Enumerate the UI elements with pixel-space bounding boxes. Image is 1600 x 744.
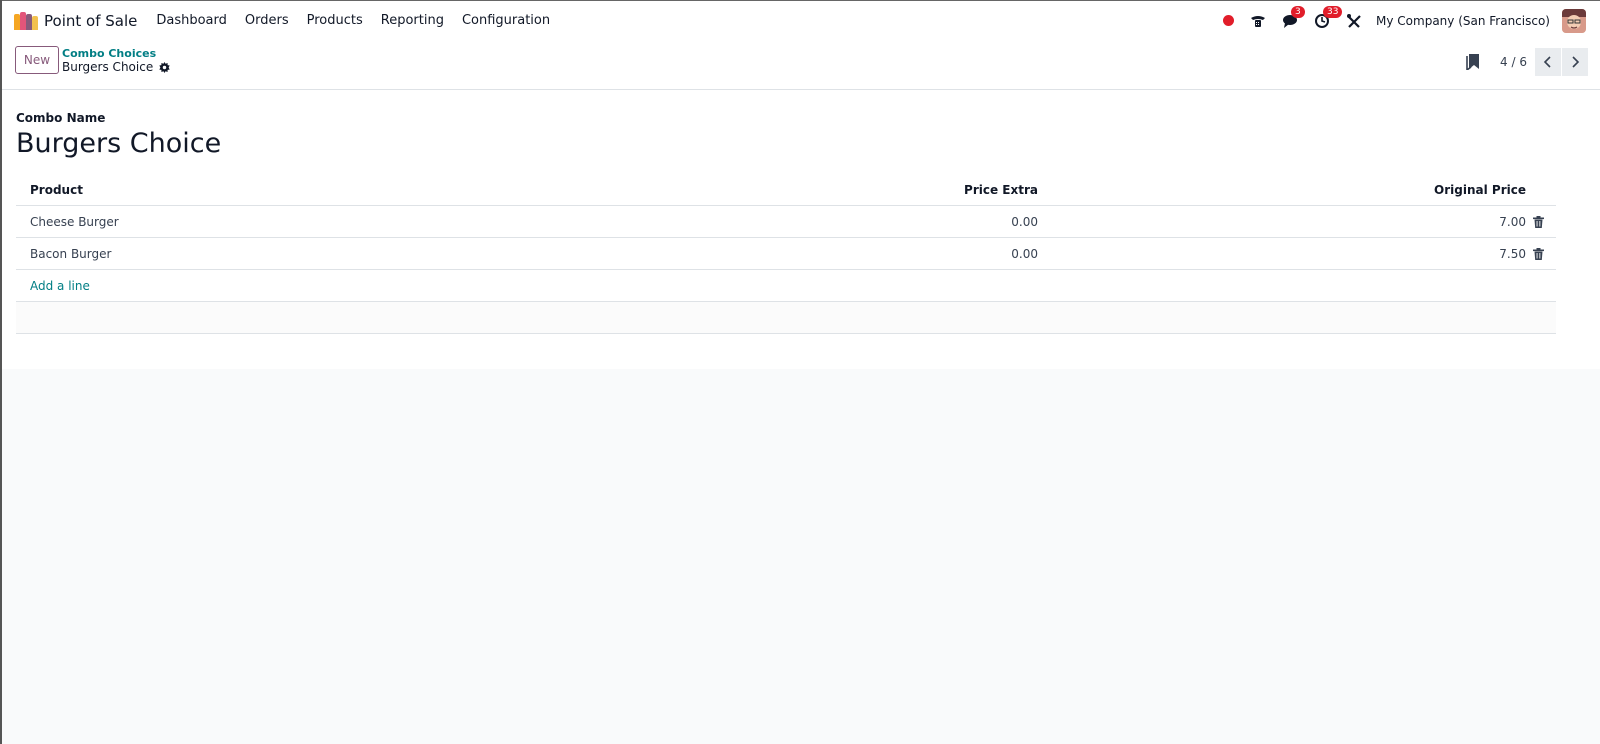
systray: 3 33 My Company (San Francisco) — [1207, 5, 1586, 33]
trash-icon[interactable] — [1533, 206, 1544, 238]
chevron-left-icon — [1543, 56, 1551, 68]
menu-item-reporting[interactable]: Reporting — [372, 13, 453, 28]
new-button[interactable]: New — [15, 46, 59, 74]
activities-badge: 33 — [1323, 5, 1343, 18]
cell-product[interactable]: Bacon Burger — [30, 238, 111, 270]
column-header-product[interactable]: Product — [30, 174, 83, 206]
control-panel: New Combo Choices Burgers Choice 4 / 6 — [2, 40, 1600, 90]
avatar-image — [1562, 8, 1586, 33]
menu-item-orders[interactable]: Orders — [236, 13, 298, 28]
menu-item-products[interactable]: Products — [298, 13, 372, 28]
pager-previous-button[interactable] — [1535, 48, 1561, 76]
pager-value[interactable]: 4 / 6 — [1500, 55, 1527, 69]
combo-lines-table: Product Price Extra Original Price Chees… — [16, 174, 1556, 334]
pager-area: 4 / 6 — [1466, 48, 1588, 76]
phone-icon — [1251, 15, 1266, 27]
cell-original-price: 7.00 — [1499, 215, 1526, 229]
table-row[interactable]: Cheese Burger 0.00 7.00 — [16, 206, 1556, 238]
chevron-right-icon — [1572, 56, 1580, 68]
gear-icon[interactable] — [159, 61, 170, 73]
combo-name-field[interactable]: Burgers Choice — [16, 128, 221, 159]
menu-item-configuration[interactable]: Configuration — [453, 13, 559, 28]
table-row[interactable]: Bacon Burger 0.00 7.50 — [16, 238, 1556, 270]
trash-icon[interactable] — [1533, 238, 1544, 270]
pos-app-icon — [14, 11, 38, 30]
messages-badge: 3 — [1291, 5, 1305, 18]
cell-product[interactable]: Cheese Burger — [30, 206, 119, 238]
cell-price-extra[interactable]: 0.00 — [1011, 238, 1038, 270]
main-menu: Dashboard Orders Products Reporting Conf… — [147, 13, 559, 28]
combo-name-label: Combo Name — [16, 111, 106, 125]
debug-tools-icon — [1347, 13, 1361, 28]
recording-button[interactable] — [1223, 15, 1235, 26]
bookmark-icon[interactable] — [1466, 54, 1480, 70]
main-navbar: Point of Sale Dashboard Orders Products … — [2, 0, 1600, 40]
recording-icon — [1223, 15, 1235, 26]
app-brand[interactable]: Point of Sale — [14, 11, 138, 30]
table-header: Product Price Extra Original Price — [16, 174, 1556, 206]
cell-price-extra[interactable]: 0.00 — [1011, 206, 1038, 238]
user-avatar[interactable] — [1562, 8, 1586, 33]
debug-button[interactable] — [1346, 13, 1362, 29]
add-line-link[interactable]: Add a line — [30, 270, 90, 302]
messages-button[interactable]: 3 — [1282, 5, 1305, 29]
form-sheet: Combo Name Burgers Choice Product Price … — [2, 90, 1600, 369]
company-switcher[interactable]: My Company (San Francisco) — [1376, 14, 1550, 28]
column-header-price-extra[interactable]: Price Extra — [964, 174, 1038, 206]
breadcrumb-current-label: Burgers Choice — [62, 60, 154, 74]
add-line-row: Add a line — [16, 270, 1556, 302]
menu-item-dashboard[interactable]: Dashboard — [147, 13, 236, 28]
breadcrumb-current: Burgers Choice — [62, 60, 170, 74]
app-name: Point of Sale — [44, 11, 138, 30]
cell-original-price: 7.50 — [1499, 247, 1526, 261]
activities-button[interactable]: 33 — [1314, 5, 1343, 29]
column-header-original-price[interactable]: Original Price — [1434, 174, 1526, 206]
pager-next-button[interactable] — [1562, 48, 1588, 76]
table-empty-row — [16, 302, 1556, 334]
breadcrumb-combo-choices[interactable]: Combo Choices — [62, 47, 156, 60]
phone-button[interactable] — [1250, 13, 1266, 29]
